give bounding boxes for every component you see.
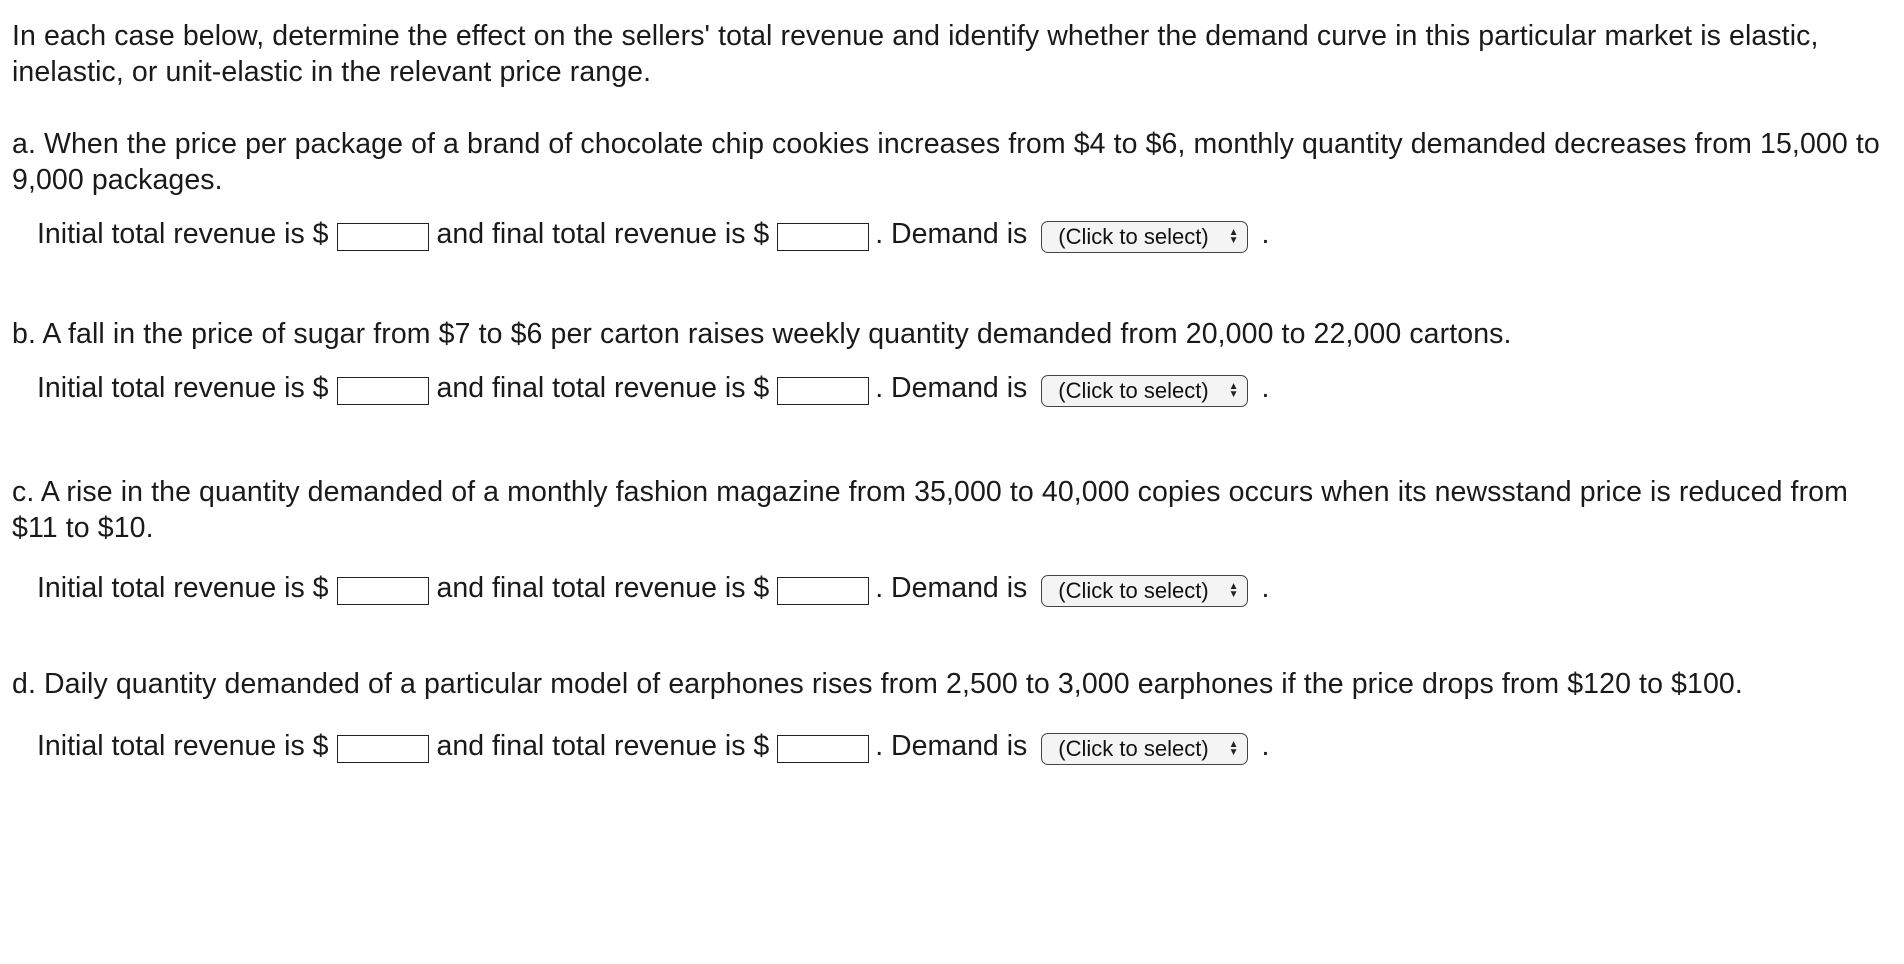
initial-revenue-label: Initial total revenue is $: [37, 571, 329, 604]
trailing-period: .: [1261, 571, 1270, 604]
initial-revenue-label: Initial total revenue is $: [37, 217, 329, 250]
initial-revenue-input-b[interactable]: [336, 377, 429, 405]
trailing-period: .: [1261, 729, 1270, 762]
initial-revenue-label: Initial total revenue is $: [37, 729, 329, 762]
trailing-period: .: [1261, 371, 1270, 404]
demand-select-c[interactable]: (Click to select) ▲ ▼: [1041, 575, 1248, 607]
initial-revenue-input-a[interactable]: [336, 223, 429, 251]
demand-select-value: (Click to select): [1058, 578, 1209, 603]
demand-select-value: (Click to select): [1058, 736, 1209, 761]
demand-select-d[interactable]: (Click to select) ▲ ▼: [1041, 733, 1248, 765]
question-a: a. When the price per package of a brand…: [12, 126, 1892, 256]
demand-select-value: (Click to select): [1058, 378, 1209, 403]
up-down-chevron-icon: ▲ ▼: [1228, 739, 1239, 758]
up-down-chevron-icon: ▲ ▼: [1228, 581, 1239, 600]
up-down-chevron-icon: ▲ ▼: [1228, 381, 1239, 400]
final-revenue-input-d[interactable]: [777, 735, 870, 763]
demand-label: . Demand is: [875, 217, 1028, 250]
question-b-text: b. A fall in the price of sugar from $7 …: [12, 318, 1512, 350]
demand-label: . Demand is: [875, 729, 1028, 762]
final-revenue-label: and final total revenue is $: [436, 217, 770, 250]
final-revenue-input-c[interactable]: [777, 577, 870, 605]
question-d: d. Daily quantity demanded of a particul…: [12, 666, 1892, 768]
final-revenue-label: and final total revenue is $: [436, 371, 770, 404]
trailing-period: .: [1261, 217, 1270, 250]
question-c: c. A rise in the quantity demanded of a …: [12, 474, 1892, 610]
demand-select-value: (Click to select): [1058, 224, 1209, 249]
initial-revenue-input-d[interactable]: [336, 735, 429, 763]
answer-row-d: Initial total revenue is $ and final tot…: [37, 724, 1892, 768]
demand-select-b[interactable]: (Click to select) ▲ ▼: [1041, 375, 1248, 407]
question-page: In each case below, determine the effect…: [12, 18, 1892, 768]
up-down-chevron-icon: ▲ ▼: [1228, 227, 1239, 246]
question-d-text: d. Daily quantity demanded of a particul…: [12, 668, 1743, 700]
question-a-text: a. When the price per package of a brand…: [12, 128, 1880, 196]
demand-select-a[interactable]: (Click to select) ▲ ▼: [1041, 221, 1248, 253]
demand-label: . Demand is: [875, 371, 1028, 404]
answer-row-c: Initial total revenue is $ and final tot…: [37, 566, 1892, 610]
question-c-text: c. A rise in the quantity demanded of a …: [12, 476, 1848, 544]
initial-revenue-label: Initial total revenue is $: [37, 371, 329, 404]
instructions-text: In each case below, determine the effect…: [12, 20, 1819, 88]
answer-row-a: Initial total revenue is $ and final tot…: [37, 212, 1892, 256]
final-revenue-input-a[interactable]: [777, 223, 870, 251]
final-revenue-label: and final total revenue is $: [436, 571, 770, 604]
answer-row-b: Initial total revenue is $ and final tot…: [37, 366, 1892, 410]
demand-label: . Demand is: [875, 571, 1028, 604]
final-revenue-input-b[interactable]: [777, 377, 870, 405]
final-revenue-label: and final total revenue is $: [436, 729, 770, 762]
initial-revenue-input-c[interactable]: [336, 577, 429, 605]
question-b: b. A fall in the price of sugar from $7 …: [12, 316, 1892, 410]
